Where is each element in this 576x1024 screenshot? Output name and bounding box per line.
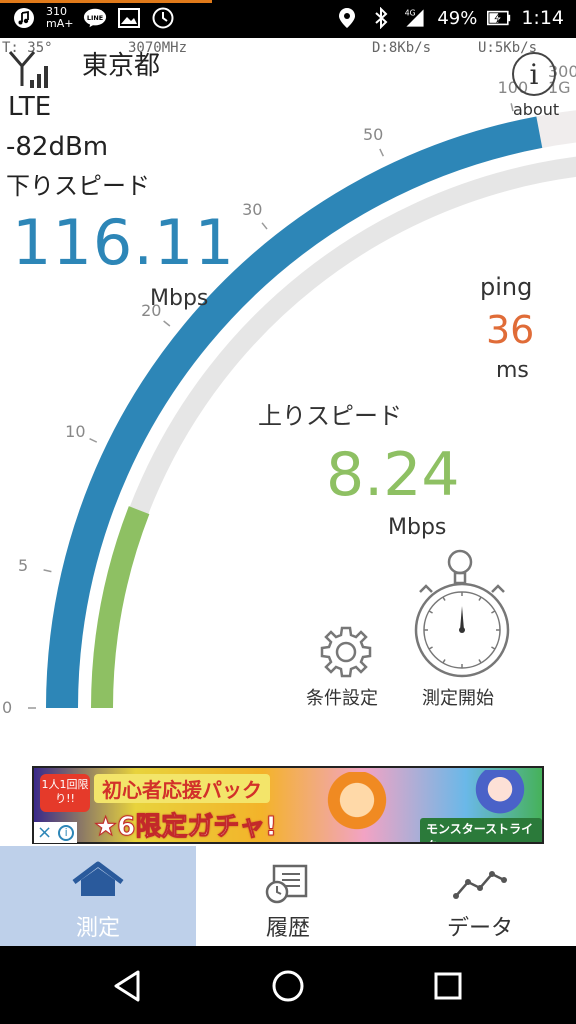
region-label: 東京都: [82, 51, 161, 81]
gauge-tick-mark: [379, 148, 384, 157]
about-button[interactable]: i: [512, 52, 556, 96]
gauge-tick-label: 50: [362, 124, 384, 144]
settings-label[interactable]: 条件設定: [306, 684, 378, 710]
network-type: LTE: [8, 92, 52, 122]
ad-game-logo: モンスターストライク: [420, 818, 542, 842]
ping-unit: ms: [496, 358, 529, 383]
about-label[interactable]: about: [513, 100, 559, 119]
upload-fill: [91, 506, 150, 709]
tab-history-label: 履歴: [265, 916, 310, 941]
start-measurement-button[interactable]: [412, 548, 512, 684]
ad-character-image: [314, 772, 400, 842]
ping-value: 36: [486, 308, 535, 352]
download-unit: Mbps: [150, 286, 209, 311]
gauge-tick-label: 0: [2, 698, 13, 717]
recents-icon[interactable]: [428, 966, 468, 1006]
ad-subheadline: ★6限定ガチャ!: [94, 812, 278, 843]
upload-speed-value: 8.24: [326, 440, 460, 510]
ad-controls: × i: [34, 822, 78, 843]
stopwatch-icon: [414, 549, 510, 678]
ping-label: ping: [480, 273, 533, 301]
start-measurement-label[interactable]: 測定開始: [422, 684, 494, 710]
info-icon: i: [529, 57, 539, 91]
tab-history[interactable]: 履歴: [190, 846, 386, 946]
system-nav-bar: [0, 946, 576, 1024]
tab-data-label: データ: [446, 916, 513, 941]
gauge-tick-label: 5: [17, 556, 29, 576]
tab-measure[interactable]: 測定: [0, 846, 196, 946]
gauge-tick-label: 30: [242, 200, 263, 220]
gauge-tick-mark: [89, 437, 98, 443]
ad-badge: 1人1回限り!!: [40, 774, 90, 812]
upload-unit: Mbps: [388, 515, 447, 540]
back-icon[interactable]: [108, 966, 148, 1006]
download-speed-value: 116.11: [12, 206, 235, 279]
tab-measure-label: 測定: [75, 916, 120, 941]
ad-close-icon[interactable]: ×: [37, 822, 52, 843]
home-icon: [72, 861, 124, 896]
home-circle-icon[interactable]: [268, 966, 308, 1006]
signal-strength: -82dBm: [6, 132, 109, 162]
gauge-tick-mark: [261, 222, 268, 230]
tab-data[interactable]: データ: [382, 846, 576, 946]
gear-icon: [320, 626, 372, 678]
ad-headline: 初心者応援パック: [94, 774, 270, 803]
gauge-tick-mark: [163, 320, 171, 327]
gauge-tick-mark: [43, 569, 52, 573]
ad-banner[interactable]: 1人1回限り!! 初心者応援パック ★6限定ガチャ! モンスターストライク: [32, 766, 544, 844]
history-icon: [265, 864, 308, 904]
gauge-tick-label: 10: [65, 421, 86, 441]
upload-label: 上りスピード: [258, 402, 402, 430]
chart-line-icon: [453, 871, 507, 899]
ad-character-image-2: [464, 770, 536, 818]
download-label: 下りスピード: [6, 172, 150, 200]
ad-info-icon[interactable]: i: [58, 824, 75, 841]
bottom-tab-bar: 測定 履歴 データ: [0, 846, 576, 946]
antenna-icon: [8, 51, 48, 88]
